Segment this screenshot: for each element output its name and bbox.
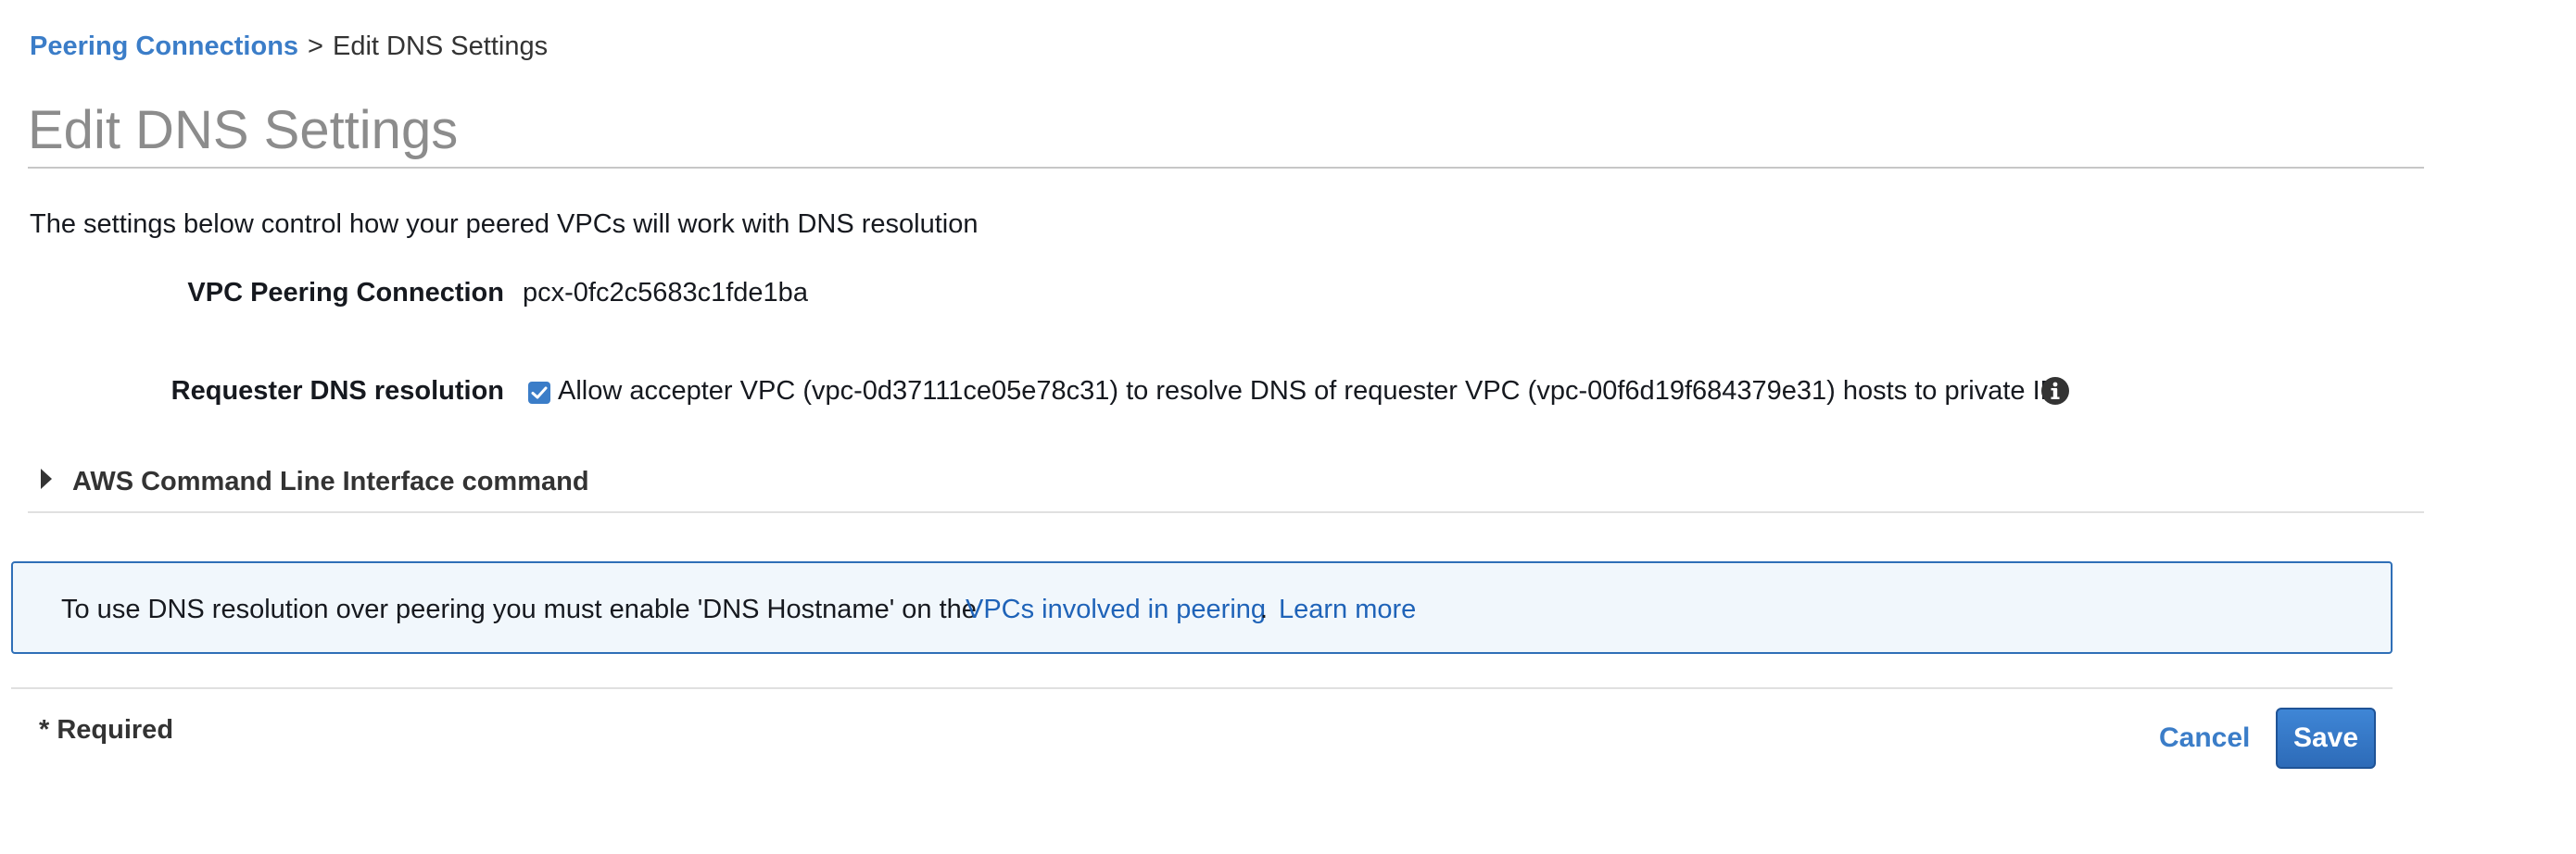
save-button[interactable]: Save xyxy=(2276,708,2376,769)
checkmark-icon xyxy=(531,386,548,399)
peering-connection-label: VPC Peering Connection xyxy=(187,278,504,308)
peering-connection-value: pcx-0fc2c5683c1fde1ba xyxy=(523,278,808,308)
expander-divider xyxy=(28,511,2424,513)
breadcrumb: Peering Connections > Edit DNS Settings xyxy=(30,31,548,62)
cli-command-expander-label: AWS Command Line Interface command xyxy=(72,467,589,496)
info-alert-message: To use DNS resolution over peering you m… xyxy=(61,595,977,624)
dns-hostname-info-alert: To use DNS resolution over peering you m… xyxy=(11,561,2393,654)
title-divider xyxy=(28,167,2424,169)
breadcrumb-current: Edit DNS Settings xyxy=(332,31,549,61)
required-note: * Required xyxy=(39,715,174,745)
requester-dns-checkbox-label[interactable]: Allow accepter VPC (vpc-0d37111ce05e78c3… xyxy=(558,376,2058,407)
info-icon[interactable] xyxy=(2040,376,2070,406)
vpcs-involved-in-peering-link[interactable]: VPCs involved in peering xyxy=(966,595,1266,625)
caret-right-icon xyxy=(41,469,52,489)
info-alert-period: . xyxy=(1260,595,1269,624)
requester-dns-checkbox[interactable] xyxy=(528,382,550,404)
requester-dns-label: Requester DNS resolution xyxy=(170,376,504,406)
page-description: The settings below control how your peer… xyxy=(30,209,979,239)
learn-more-link[interactable]: Learn more xyxy=(1279,595,1416,625)
footer-divider xyxy=(11,687,2393,689)
breadcrumb-peering-connections-link[interactable]: Peering Connections xyxy=(30,31,298,61)
edit-dns-settings-page: Peering Connections > Edit DNS Settings Ed… xyxy=(0,0,2576,854)
page-title: Edit DNS Settings xyxy=(28,100,459,160)
breadcrumb-separator: > xyxy=(308,31,323,61)
cancel-button[interactable]: Cancel xyxy=(2159,722,2250,754)
